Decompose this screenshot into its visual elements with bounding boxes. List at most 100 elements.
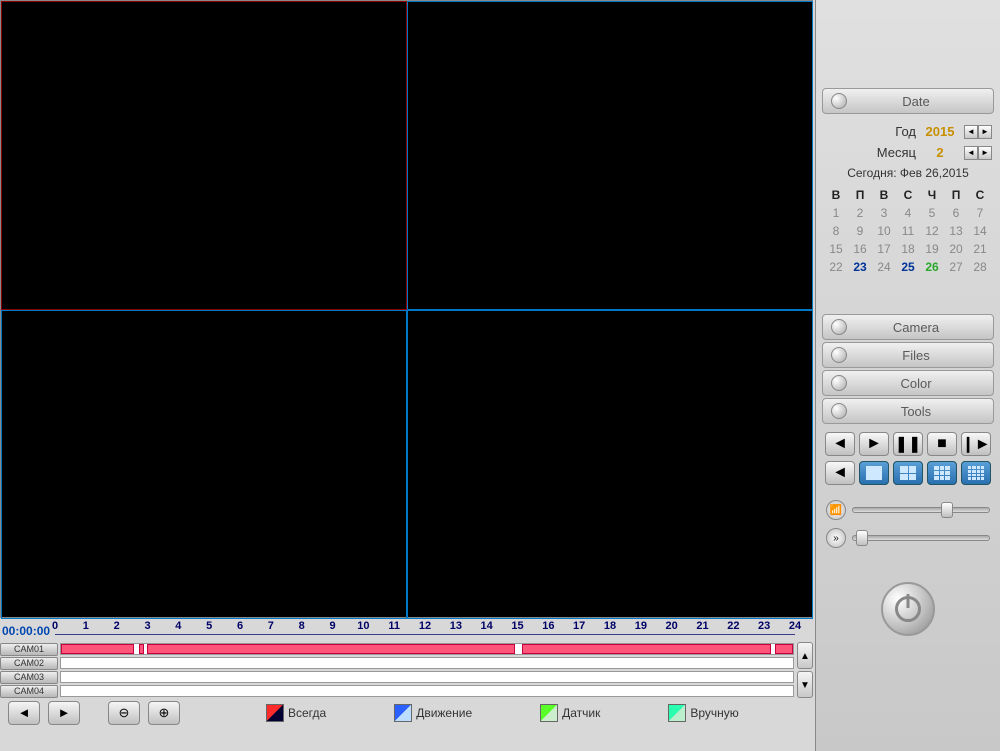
layout-16-button[interactable]	[961, 461, 991, 485]
calendar-day[interactable]: 7	[968, 204, 992, 222]
camera-track[interactable]	[60, 671, 794, 683]
legend-sensor: Датчик	[540, 704, 600, 722]
video-quadrant-2[interactable]	[407, 1, 813, 310]
calendar-day[interactable]: 6	[944, 204, 968, 222]
timeline-ruler[interactable]: 0123456789101112131415161718192021222324	[55, 620, 795, 642]
calendar-day[interactable]: 24	[872, 258, 896, 276]
current-time: 00:00:00	[0, 620, 55, 642]
playback-controls: ◄ ► ❚❚ ■ ❙► ◄	[816, 426, 1000, 496]
prev-layout-button[interactable]: ◄	[825, 461, 855, 485]
timeline-scroll-down[interactable]: ▼	[797, 671, 813, 698]
calendar-day[interactable]: 14	[968, 222, 992, 240]
camera-label[interactable]: CAM03	[0, 671, 58, 684]
hour-tick: 5	[206, 620, 212, 632]
calendar-day[interactable]: 23	[848, 258, 872, 276]
hour-tick: 17	[573, 620, 585, 632]
calendar-day[interactable]: 20	[944, 240, 968, 258]
calendar: ВПВСЧПС 12345678910111213141516171819202…	[824, 186, 992, 276]
camera-track[interactable]	[60, 657, 794, 669]
calendar-day[interactable]: 17	[872, 240, 896, 258]
calendar-day[interactable]: 9	[848, 222, 872, 240]
camera-row: CAM03	[0, 670, 797, 684]
power-button[interactable]	[881, 582, 935, 636]
hour-tick: 13	[450, 620, 462, 632]
hour-tick: 22	[727, 620, 739, 632]
camera-track[interactable]	[60, 685, 794, 697]
date-section-header[interactable]: Date	[822, 88, 994, 114]
calendar-day[interactable]: 4	[896, 204, 920, 222]
files-icon	[831, 347, 847, 363]
weekday-header: С	[968, 186, 992, 204]
hour-tick: 14	[481, 620, 493, 632]
calendar-day[interactable]: 12	[920, 222, 944, 240]
calendar-day[interactable]: 1	[824, 204, 848, 222]
layout-4-button[interactable]	[893, 461, 923, 485]
camera-icon	[831, 319, 847, 335]
legend-manual-icon	[668, 704, 686, 722]
layout-9-button[interactable]	[927, 461, 957, 485]
legend-always: Всегда	[266, 704, 326, 722]
camera-section-header[interactable]: Camera	[822, 314, 994, 340]
calendar-day[interactable]: 22	[824, 258, 848, 276]
calendar-day[interactable]: 19	[920, 240, 944, 258]
year-next-button[interactable]: ►	[978, 125, 992, 139]
speed-slider[interactable]	[852, 535, 990, 541]
volume-slider[interactable]	[852, 507, 990, 513]
tools-section-header[interactable]: Tools	[822, 398, 994, 424]
calendar-day[interactable]: 5	[920, 204, 944, 222]
rewind-button[interactable]: ◄	[825, 432, 855, 456]
hour-tick: 21	[696, 620, 708, 632]
video-quadrant-1[interactable]	[1, 1, 407, 310]
camera-row: CAM02	[0, 656, 797, 670]
files-section-header[interactable]: Files	[822, 342, 994, 368]
calendar-day[interactable]: 28	[968, 258, 992, 276]
month-prev-button[interactable]: ◄	[964, 146, 978, 160]
video-grid	[0, 0, 813, 618]
camera-row: CAM01	[0, 642, 797, 656]
sidebar: Date Год 2015 ◄ ► Месяц 2 ◄ ► Сегодня: Ф…	[815, 0, 1000, 751]
camera-track[interactable]	[60, 643, 794, 655]
calendar-day[interactable]: 26	[920, 258, 944, 276]
forward-button[interactable]: ❙►	[961, 432, 991, 456]
zoom-in-icon: ⊕	[159, 705, 170, 720]
video-quadrant-4[interactable]	[407, 310, 813, 619]
calendar-day[interactable]: 13	[944, 222, 968, 240]
camera-label[interactable]: CAM01	[0, 643, 58, 656]
pause-button[interactable]: ❚❚	[893, 432, 923, 456]
month-next-button[interactable]: ►	[978, 146, 992, 160]
today-label: Сегодня: Фев 26,2015	[824, 166, 992, 180]
volume-slider-row: 📶	[816, 496, 1000, 524]
calendar-day[interactable]: 10	[872, 222, 896, 240]
camera-label[interactable]: CAM04	[0, 685, 58, 698]
hour-tick: 19	[635, 620, 647, 632]
nav-next-button[interactable]: ►	[48, 701, 80, 725]
recording-segment	[61, 644, 134, 654]
zoom-out-button[interactable]: ⊖	[108, 701, 140, 725]
weekday-header: Ч	[920, 186, 944, 204]
hour-tick: 18	[604, 620, 616, 632]
layout-1-button[interactable]	[859, 461, 889, 485]
calendar-day[interactable]: 15	[824, 240, 848, 258]
calendar-day[interactable]: 25	[896, 258, 920, 276]
calendar-day[interactable]: 3	[872, 204, 896, 222]
play-button[interactable]: ►	[859, 432, 889, 456]
legend-sensor-icon	[540, 704, 558, 722]
calendar-day[interactable]: 21	[968, 240, 992, 258]
year-prev-button[interactable]: ◄	[964, 125, 978, 139]
nav-prev-button[interactable]: ◄	[8, 701, 40, 725]
hour-tick: 2	[114, 620, 120, 632]
stop-button[interactable]: ■	[927, 432, 957, 456]
calendar-day[interactable]: 11	[896, 222, 920, 240]
zoom-in-button[interactable]: ⊕	[148, 701, 180, 725]
hour-tick: 23	[758, 620, 770, 632]
calendar-day[interactable]: 8	[824, 222, 848, 240]
calendar-day[interactable]: 16	[848, 240, 872, 258]
timeline-scroll-up[interactable]: ▲	[797, 642, 813, 669]
video-quadrant-3[interactable]	[1, 310, 407, 619]
calendar-day[interactable]: 18	[896, 240, 920, 258]
month-label: Месяц	[877, 145, 916, 160]
color-section-header[interactable]: Color	[822, 370, 994, 396]
calendar-day[interactable]: 27	[944, 258, 968, 276]
camera-label[interactable]: CAM02	[0, 657, 58, 670]
calendar-day[interactable]: 2	[848, 204, 872, 222]
